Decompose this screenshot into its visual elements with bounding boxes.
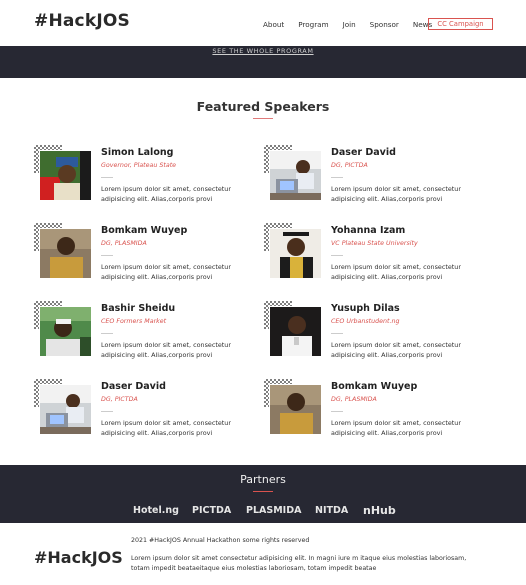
partner-nitda[interactable]: NITDA: [315, 505, 348, 516]
speaker-photo: [39, 306, 92, 357]
speaker-name: Simon Lalong: [101, 147, 174, 158]
speaker-name: Yusuph Dilas: [331, 303, 400, 314]
speaker-bio: Lorem ipsum dolor sit amet, consectetur …: [331, 263, 461, 281]
speaker-name: Daser David: [101, 381, 166, 392]
footer-description: Lorem ipsum dolor sit amet consectetur a…: [131, 555, 467, 572]
speaker-photo: [39, 228, 92, 279]
speaker-bio: Lorem ipsum dolor sit amet, consectetur …: [331, 341, 461, 359]
speaker-role: Governor, Plateau State: [101, 162, 177, 169]
speaker-photo-frame: [34, 223, 92, 283]
speaker-divider: [331, 333, 343, 334]
partner-nhub[interactable]: nHub: [363, 504, 396, 517]
speaker-divider: [101, 177, 113, 178]
speaker-name: Bomkam Wuyep: [331, 381, 418, 392]
speaker-photo-frame: [34, 145, 92, 205]
speaker-photo: [39, 150, 92, 201]
speaker-role: CEO Urbanstudent.ng: [331, 318, 400, 325]
see-whole-program-link[interactable]: SEE THE WHOLE PROGRAM: [0, 47, 526, 55]
speaker-photo-frame: [264, 223, 322, 283]
speaker-role: DG, PLASMIDA: [331, 396, 377, 403]
title-divider: [253, 118, 273, 119]
speaker-card[interactable]: Bomkam Wuyep DG, PLASMIDA Lorem ipsum dolo…: [264, 379, 484, 449]
speaker-photo-frame: [34, 379, 92, 439]
footer: #HackJOS 2021 #HackJOS Annual Hackathon …: [0, 523, 526, 585]
top-navbar: #HackJOS About Program Join Sponsor News…: [0, 0, 526, 46]
speaker-name: Bomkam Wuyep: [101, 225, 188, 236]
partner-pictda[interactable]: PICTDA: [192, 505, 231, 516]
featured-speakers-title: Featured Speakers: [196, 99, 330, 114]
speaker-card[interactable]: Simon Lalong Governor, Plateau State Lorem…: [34, 145, 254, 215]
speaker-role: VC Plateau State University: [331, 240, 418, 247]
speaker-divider: [331, 411, 343, 412]
speaker-divider: [101, 255, 113, 256]
speaker-photo-frame: [264, 145, 322, 205]
speaker-role: CEO Formers Market: [101, 318, 167, 325]
speaker-bio: Lorem ipsum dolor sit amet, consectetur …: [331, 419, 461, 437]
speaker-photo: [269, 384, 322, 435]
nav-link-join[interactable]: Join: [343, 20, 356, 29]
nav-link-sponsor[interactable]: Sponsor: [370, 20, 399, 29]
speaker-card[interactable]: Yohanna Izam VC Plateau State University L…: [264, 223, 484, 293]
speaker-photo-frame: [264, 301, 322, 361]
footer-logo[interactable]: #HackJOS: [34, 548, 123, 567]
speaker-role: DG, PICTDA: [331, 162, 368, 169]
speaker-role: DG, PICTDA: [101, 396, 138, 403]
nav-links: About Program Join Sponsor News: [263, 20, 446, 29]
speaker-divider: [101, 411, 113, 412]
partner-hotelng[interactable]: Hotel.ng: [133, 505, 179, 516]
speaker-photo: [269, 306, 322, 357]
site-logo[interactable]: #HackJOS: [34, 11, 130, 31]
partner-plasmida[interactable]: PLASMIDA: [246, 505, 301, 516]
speaker-bio: Lorem ipsum dolor sit amet, consectetur …: [331, 185, 461, 203]
speaker-card[interactable]: Bashir Sheidu CEO Formers Market Lorem ips…: [34, 301, 254, 371]
nav-link-program[interactable]: Program: [298, 20, 328, 29]
speaker-bio: Lorem ipsum dolor sit amet, consectetur …: [101, 263, 231, 281]
speaker-card[interactable]: Daser David DG, PICTDA Lorem ipsum dolor s…: [34, 379, 254, 449]
speaker-photo: [39, 384, 92, 435]
speaker-divider: [331, 177, 343, 178]
speaker-name: Yohanna Izam: [331, 225, 406, 236]
speaker-card[interactable]: Daser David DG, PICTDA Lorem ipsum dolor s…: [264, 145, 484, 215]
footer-copyright: 2021 #HackJOS Annual Hackathon some righ…: [131, 537, 310, 544]
speaker-divider: [101, 333, 113, 334]
partners-section: Partners Hotel.ng PICTDA PLASMIDA NITDA …: [0, 465, 526, 523]
partners-title: Partners: [240, 473, 286, 486]
speaker-photo-frame: [264, 379, 322, 439]
speaker-card[interactable]: Yusuph Dilas CEO Urbanstudent.ng Lorem ips…: [264, 301, 484, 371]
speaker-bio: Lorem ipsum dolor sit amet, consectetur …: [101, 419, 231, 437]
speaker-bio: Lorem ipsum dolor sit amet, consectetur …: [101, 341, 231, 359]
speaker-photo-frame: [34, 301, 92, 361]
speaker-photo: [269, 228, 322, 279]
speaker-card[interactable]: Bomkam Wuyep DG, PLASMIDA Lorem ipsum dolo…: [34, 223, 254, 293]
speaker-role: DG, PLASMIDA: [101, 240, 147, 247]
speaker-name: Bashir Sheidu: [101, 303, 176, 314]
speaker-photo: [269, 150, 322, 201]
partner-list: Hotel.ng PICTDA PLASMIDA NITDA nHub: [133, 504, 433, 521]
hero-banner: SEE THE WHOLE PROGRAM: [0, 46, 526, 78]
speaker-divider: [331, 255, 343, 256]
speaker-bio: Lorem ipsum dolor sit amet, consectetur …: [101, 185, 231, 203]
nav-link-about[interactable]: About: [263, 20, 284, 29]
partners-divider: [253, 491, 273, 492]
speaker-name: Daser David: [331, 147, 396, 158]
cc-campaign-button[interactable]: CC Campaign: [428, 18, 493, 30]
